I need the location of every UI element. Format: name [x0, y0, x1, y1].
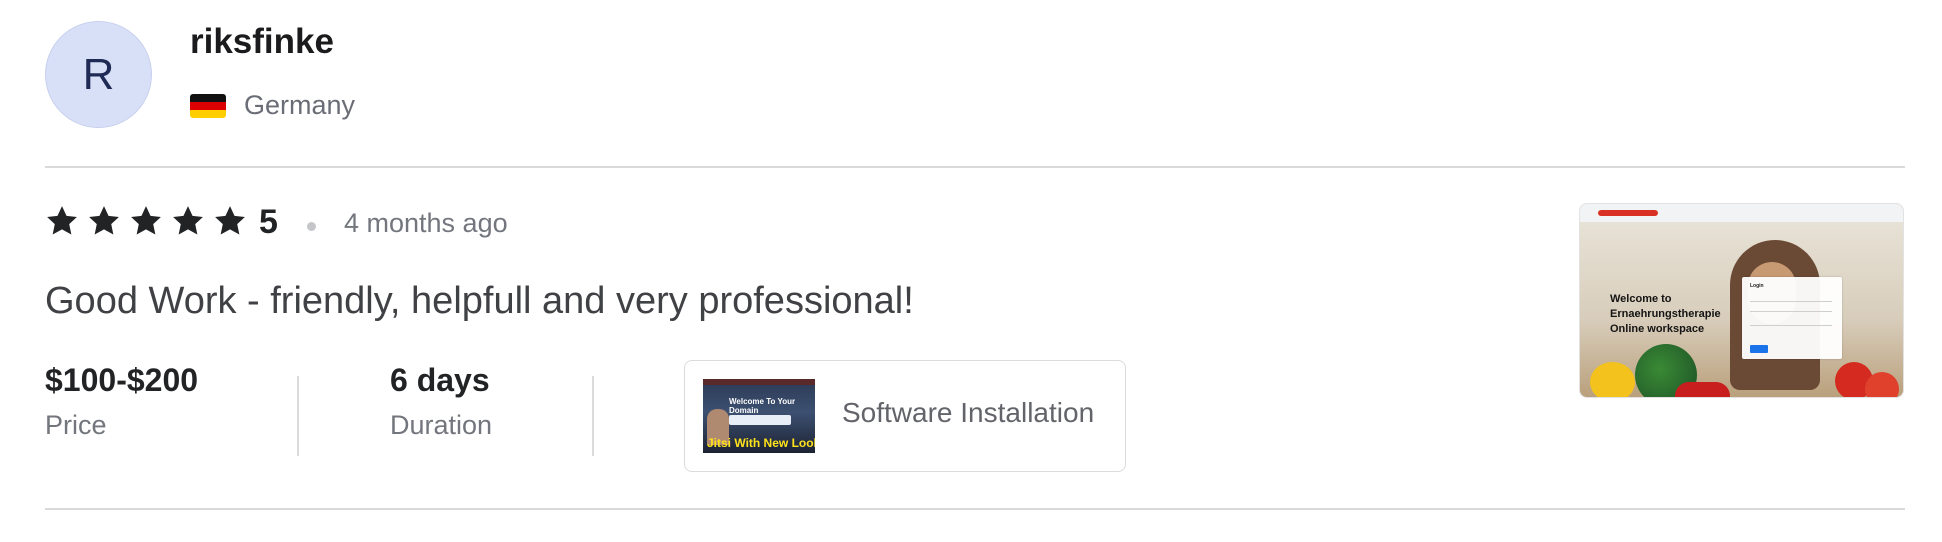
reviewer-username[interactable]: riksfinke [190, 22, 334, 62]
gig-card[interactable]: Welcome To Your Domain Jitsi With New Lo… [684, 360, 1126, 472]
review-time: 4 months ago [344, 208, 508, 238]
thumbnail-topbar [703, 379, 815, 385]
reviewer-country: Germany [244, 90, 356, 120]
star-icon [89, 206, 119, 235]
avatar-initial: R [82, 49, 115, 99]
delivery-preview-image[interactable]: Welcome to Ernaehrungstherapie Online wo… [1579, 203, 1904, 398]
review-text: Good Work - friendly, helpfull and very … [45, 280, 914, 322]
germany-flag-icon [190, 94, 226, 118]
preview-login-box: Login [1742, 277, 1842, 359]
star-icon [173, 206, 203, 235]
duration-value: 6 days [390, 362, 490, 398]
thumbnail-heading: Welcome To Your Domain [729, 397, 796, 415]
meta-separator [297, 376, 299, 456]
gig-thumbnail[interactable]: Welcome To Your Domain Jitsi With New Lo… [703, 379, 815, 453]
rating-value: 5 [259, 203, 278, 241]
preview-hero: Welcome to Ernaehrungstherapie Online wo… [1580, 222, 1903, 397]
top-divider [45, 166, 1905, 168]
gig-title[interactable]: Software Installation [842, 397, 1094, 429]
separator-dot [307, 222, 316, 231]
avatar[interactable]: R [45, 21, 152, 128]
meta-separator [592, 376, 594, 456]
preview-welcome-text: Welcome to Ernaehrungstherapie Online wo… [1610, 293, 1721, 335]
price-value: $100-$200 [45, 362, 199, 398]
star-icon [215, 206, 245, 235]
star-rating [45, 204, 247, 238]
thumbnail-caption: Jitsi With New Look [707, 436, 815, 450]
bottom-divider [45, 508, 1905, 510]
preview-browser-bar [1580, 204, 1903, 223]
price-label: Price [45, 410, 107, 440]
star-icon [131, 206, 161, 235]
duration-label: Duration [390, 410, 493, 440]
thumbnail-input [729, 415, 791, 425]
star-icon [47, 206, 77, 235]
preview-login-title: Login [1750, 283, 1764, 289]
